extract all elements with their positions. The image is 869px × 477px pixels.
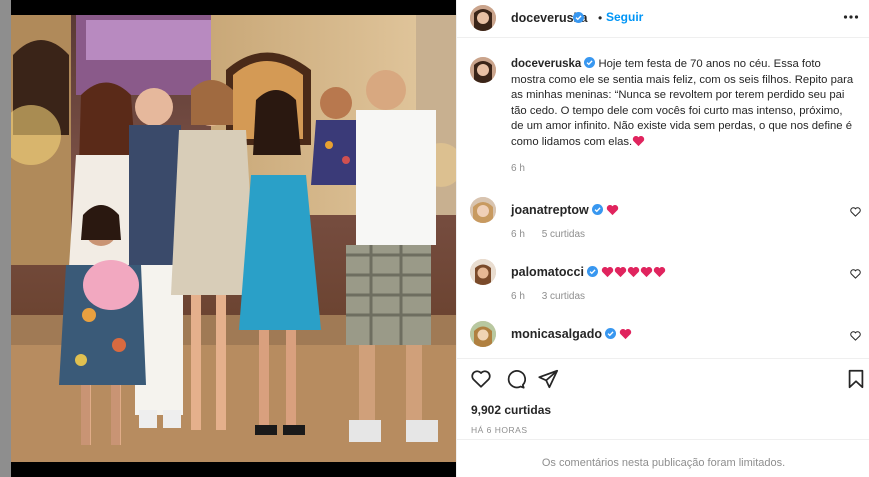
comment-content: palomatocci [511,265,666,279]
posted-time[interactable]: HÁ 6 HORAS [471,425,528,435]
commenter-avatar[interactable] [470,259,496,285]
avatar-image [470,197,496,223]
avatar-image [470,321,496,347]
instagram-post-view: doceveruska • Seguir doceveruska Hoje te… [0,0,869,477]
post-header: doceveruska • Seguir [457,0,869,38]
verified-badge-icon [586,266,598,277]
heart-outline-icon[interactable] [850,269,861,279]
post-sidebar: doceveruska • Seguir doceveruska Hoje te… [456,0,869,477]
commenter-username[interactable]: joanatreptow [511,203,589,217]
heart-outline-icon[interactable] [470,368,492,390]
verified-badge-icon [573,12,584,23]
red-heart-emoji-icon [640,267,653,278]
red-heart-emoji-icon [606,205,619,216]
comment-likes[interactable]: 3 curtidas [542,291,585,302]
avatar-image [470,57,496,83]
separator-dot: • [598,11,603,25]
red-heart-emoji-icon [653,267,666,278]
verified-badge-icon [584,57,596,68]
red-heart-emoji-icon [601,267,614,278]
caption-text: Hoje tem festa de 70 anos no céu. Essa f… [511,58,854,148]
avatar-image [470,259,496,285]
heart-outline-icon[interactable] [850,331,861,341]
post-photo[interactable] [11,15,456,462]
comment-time[interactable]: 6 h [511,291,525,302]
red-heart-emoji-icon [627,267,640,278]
avatar-image [470,5,496,31]
commenter-username[interactable]: monicasalgado [511,327,602,341]
heart-outline-icon[interactable] [850,207,861,217]
comment-time[interactable]: 6 h [511,229,525,240]
comment-content: joanatreptow [511,203,619,217]
comment-item: palomatocci 6 h 3 curtidas [457,259,869,302]
commenter-avatar[interactable] [470,321,496,347]
bookmark-icon[interactable] [845,368,867,390]
like-count[interactable]: 9,902 curtidas [471,403,551,417]
commenter-avatar[interactable] [470,197,496,223]
follow-button[interactable]: Seguir [606,10,643,24]
commenter-username[interactable]: palomatocci [511,265,584,279]
caption-time[interactable]: 6 h [511,163,525,174]
page-edge [0,0,11,477]
comment-item: monicasalgado [457,321,869,361]
author-avatar[interactable] [470,5,496,31]
more-horizontal-icon[interactable] [842,8,860,26]
red-heart-emoji-icon [632,135,645,146]
caption-body: doceveruska Hoje tem festa de 70 anos no… [511,57,856,150]
caption-avatar[interactable] [470,57,496,83]
comment-content: monicasalgado [511,327,632,341]
comment-meta: 6 h 5 curtidas [511,229,599,240]
verified-badge-icon [591,204,603,215]
send-plane-icon[interactable] [537,368,559,390]
comments-limited-notice: Os comentários nesta publicação foram li… [457,439,869,477]
comment-likes[interactable]: 5 curtidas [542,229,585,240]
comment-meta: 6 h 3 curtidas [511,291,599,302]
caption-username[interactable]: doceveruska [511,58,581,70]
verified-badge-icon [605,328,616,339]
comment-bubble-icon[interactable] [504,368,526,390]
family-photo-illustration [11,15,456,462]
comment-item: joanatreptow 6 h 5 curtidas [457,197,869,240]
red-heart-emoji-icon [620,329,632,340]
red-heart-emoji-icon [614,267,627,278]
